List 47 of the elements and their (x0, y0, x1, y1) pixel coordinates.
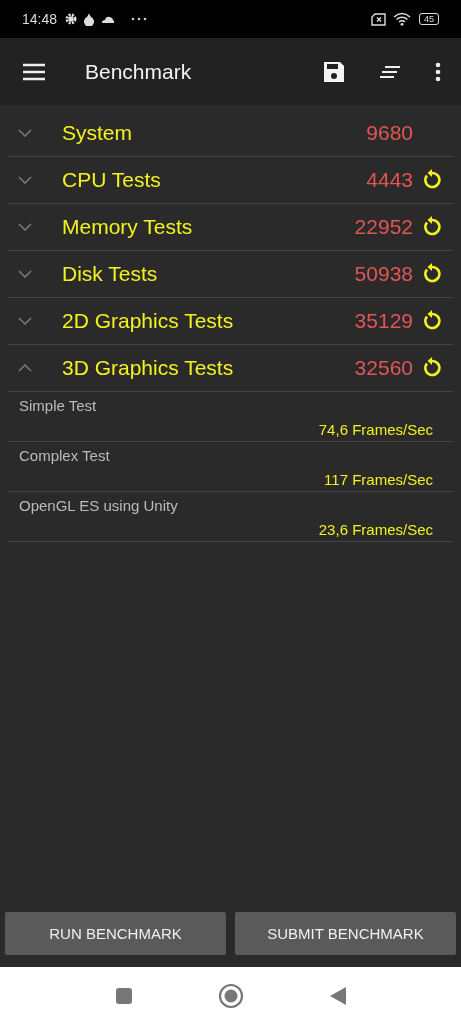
refresh-icon[interactable] (421, 310, 443, 332)
gear-icon (65, 13, 78, 25)
wifi-icon (393, 12, 411, 26)
section-title[interactable]: Disk Tests (62, 262, 158, 286)
save-icon[interactable] (323, 60, 345, 83)
test-result: 74,6 Frames/Sec (318, 421, 433, 438)
test-name: Simple Test (19, 397, 98, 414)
menu-icon[interactable] (22, 62, 46, 81)
benchmark-button[interactable]: RUN BENCHMARK (5, 912, 226, 955)
app-title: Benchmark (85, 59, 192, 84)
sort-icon[interactable] (379, 64, 401, 79)
section-title[interactable]: 2D Graphics Tests (62, 309, 234, 333)
refresh-icon[interactable] (421, 263, 443, 285)
section-title[interactable]: 3D Graphics Tests (62, 356, 234, 380)
expand-icon[interactable] (18, 176, 32, 184)
test-name: Complex Test (19, 447, 111, 464)
score: 4443 (366, 168, 413, 192)
sim-icon (371, 12, 387, 26)
expand-icon[interactable] (18, 317, 32, 325)
more-icon (131, 17, 148, 21)
refresh-icon[interactable] (421, 357, 443, 379)
score: 22952 (354, 215, 413, 239)
score: 35129 (354, 309, 413, 333)
refresh-icon[interactable] (421, 216, 443, 238)
battery-icon: 45 (419, 13, 439, 25)
section-title[interactable]: Memory Tests (62, 215, 193, 239)
section-title[interactable]: System (62, 121, 132, 145)
home-icon[interactable] (217, 982, 244, 1009)
benchmark-button[interactable]: SUBMIT BENCHMARK (235, 912, 456, 955)
expand-icon[interactable] (18, 129, 32, 137)
drop-icon (83, 12, 96, 26)
status-time: 14:48 (22, 11, 58, 27)
expand-icon[interactable] (18, 223, 32, 231)
score: 9680 (366, 121, 413, 145)
score: 32560 (354, 356, 413, 380)
collapse-icon[interactable] (18, 364, 32, 372)
test-result: 117 Frames/Sec (324, 471, 433, 488)
test-result: 23,6 Frames/Sec (318, 521, 433, 538)
test-name: OpenGL ES using Unity (19, 497, 179, 514)
overflow-menu-icon[interactable] (435, 61, 441, 82)
score: 50938 (354, 262, 413, 286)
recents-icon[interactable] (114, 986, 133, 1005)
back-icon[interactable] (328, 985, 347, 1006)
section-title[interactable]: CPU Tests (62, 168, 161, 192)
cloud-icon (101, 14, 116, 24)
expand-icon[interactable] (18, 270, 32, 278)
refresh-icon[interactable] (421, 169, 443, 191)
